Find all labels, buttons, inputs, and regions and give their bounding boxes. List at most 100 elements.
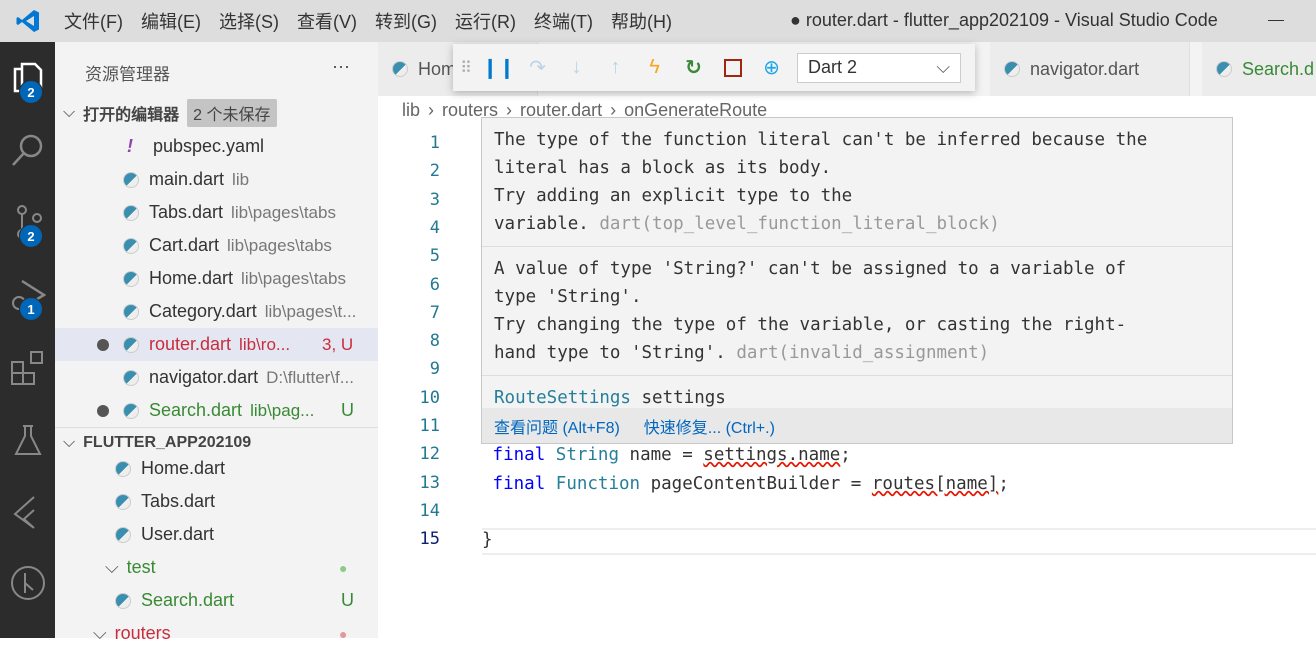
yaml-icon: ! — [127, 136, 133, 156]
window-title: ● router.dart - flutter_app202109 - Visu… — [790, 10, 1218, 30]
open-editor-item-active[interactable]: router.dart lib\ro... 3, U — [55, 328, 378, 361]
code-line-15[interactable]: } — [482, 530, 493, 550]
menu-terminal[interactable]: 终端(T) — [525, 8, 602, 34]
open-editor-item[interactable]: navigator.dart D:\flutter\f... — [55, 361, 378, 394]
file-path: lib\pages\tabs — [241, 268, 346, 288]
open-editor-item[interactable]: main.dart lib — [55, 163, 378, 196]
file-name: User.dart — [141, 524, 215, 544]
file-name: Category.dart — [149, 301, 257, 321]
devtools-button[interactable]: ⊕ — [752, 48, 791, 88]
open-editor-item[interactable]: Cart.dart lib\pages\tabs — [55, 229, 378, 262]
file-name: Tabs.dart — [141, 491, 216, 511]
drag-handle-icon[interactable]: ⠿ — [453, 48, 479, 88]
debug-target-select[interactable]: Dart 2 ⌵ — [797, 52, 961, 83]
more-actions-button[interactable]: ··· — [332, 56, 350, 77]
scm-badge: 2 — [19, 224, 43, 248]
explorer-badge: 2 — [19, 80, 43, 104]
project-folder-label: FLUTTER_APP202109 — [83, 433, 252, 451]
quick-fix-link[interactable]: 快速修复... (Ctrl+.) — [644, 414, 775, 438]
menu-selection[interactable]: 选择(S) — [210, 8, 288, 34]
run-debug-button[interactable]: 1 — [0, 267, 55, 322]
open-editors-header[interactable]: ⌵ 打开的编辑器 2 个未保存 — [55, 96, 378, 129]
tree-item[interactable]: User.dart — [55, 518, 378, 551]
diagnostic-code[interactable]: dart(top_level_function_literal_block) — [599, 214, 999, 234]
explorer-button[interactable]: 2 — [0, 50, 55, 105]
menu-edit[interactable]: 编辑(E) — [132, 8, 210, 34]
message-text: hand type to 'String'. — [494, 343, 726, 363]
search-button[interactable] — [0, 122, 55, 177]
code-line-12[interactable]: final String name = settings.name; — [482, 445, 851, 465]
diagnostic-message-1: The type of the function literal can't b… — [482, 118, 1232, 247]
view-problem-link[interactable]: 查看问题 (Alt+F8) — [494, 414, 620, 438]
menu-view[interactable]: 查看(V) — [288, 8, 366, 34]
open-editor-item[interactable]: Search.dart lib\pag... U — [55, 394, 378, 427]
tree-item[interactable]: Tabs.dart — [55, 485, 378, 518]
file-path: lib\ro... — [239, 334, 291, 354]
testing-button[interactable] — [0, 412, 55, 467]
code-text: ; — [998, 474, 1009, 494]
step-into-button[interactable]: ↓ — [557, 48, 596, 88]
tree-folder-routers[interactable]: ⌵ routers ● — [55, 617, 378, 650]
open-editor-item[interactable]: ! pubspec.yaml — [55, 130, 378, 163]
menu-run[interactable]: 运行(R) — [446, 8, 525, 34]
menu-go[interactable]: 转到(G) — [366, 8, 446, 34]
message-text: The type of the function literal can't b… — [494, 130, 1148, 150]
unsaved-dot-icon — [97, 338, 109, 351]
keyword: final — [492, 474, 546, 494]
message-text: type 'String'. — [494, 287, 642, 307]
menu-help[interactable]: 帮助(H) — [602, 8, 681, 34]
diagnostic-message-2: A value of type 'String?' can't be assig… — [482, 247, 1232, 376]
open-editor-item[interactable]: Tabs.dart lib\pages\tabs — [55, 196, 378, 229]
sidebar-title: 资源管理器 — [85, 65, 170, 84]
current-line-highlight — [482, 528, 1316, 555]
line-number: 11 — [419, 416, 440, 436]
line-number: 7 — [429, 302, 440, 323]
flask-icon — [13, 424, 42, 455]
status-dot: ● — [339, 625, 348, 642]
open-editor-item[interactable]: Category.dart lib\pages\t... — [55, 295, 378, 328]
message-text: literal has a block as its body. — [494, 158, 832, 178]
code-line-13[interactable]: final Function pageContentBuilder = rout… — [482, 474, 1009, 494]
code-text: ; — [840, 445, 851, 465]
code-text: name = — [619, 445, 704, 465]
file-name: Home.dart — [149, 268, 234, 288]
tab-navigator[interactable]: navigator.dart — [990, 42, 1190, 96]
stop-button[interactable] — [713, 48, 752, 88]
tree-item[interactable]: Home.dart — [55, 452, 378, 485]
git-status: U — [341, 590, 354, 610]
source-control-button[interactable]: 2 — [0, 194, 55, 249]
diagnostic-code[interactable]: dart(invalid_assignment) — [736, 343, 989, 363]
tree-item[interactable]: Search.dart U — [55, 584, 378, 617]
step-over-button[interactable]: ↷ — [518, 48, 557, 88]
tab-search[interactable]: Search.d — [1202, 42, 1316, 96]
code-text: pageContentBuilder = — [640, 474, 872, 494]
file-name: Search.dart — [149, 400, 243, 420]
type: String — [555, 445, 619, 465]
git-graph-button[interactable] — [0, 555, 55, 610]
hot-reload-button[interactable]: ϟ — [635, 48, 674, 88]
extensions-button[interactable] — [0, 340, 55, 395]
pause-button[interactable]: ❙❙ — [479, 48, 518, 88]
dart-file-icon — [123, 369, 139, 386]
file-name: router.dart — [149, 334, 232, 354]
file-name: Home.dart — [141, 458, 226, 478]
message-text: A value of type 'String?' can't be assig… — [494, 259, 1127, 279]
line-number: 1 — [429, 133, 440, 153]
file-path: D:\flutter\f... — [266, 367, 354, 387]
open-editor-item[interactable]: Home.dart lib\pages\tabs — [55, 262, 378, 295]
step-out-button[interactable]: ↑ — [596, 48, 635, 88]
dart-file-icon — [115, 526, 131, 543]
explorer-sidebar: 资源管理器 ··· ⌵ 打开的编辑器 2 个未保存 ! pubspec.yaml… — [55, 42, 378, 643]
restart-button[interactable]: ↻ — [674, 48, 713, 88]
flutter-button[interactable] — [0, 484, 55, 539]
git-status: U — [341, 400, 354, 420]
minimize-button[interactable] — [1268, 20, 1284, 21]
breadcrumb-lib[interactable]: lib — [402, 100, 420, 121]
error-squiggle: routes[name] — [871, 474, 999, 494]
menu-file[interactable]: 文件(F) — [55, 8, 132, 34]
line-number: 12 — [419, 444, 440, 465]
dart-file-icon — [123, 270, 139, 287]
message-text: Try changing the type of the variable, o… — [494, 315, 1127, 335]
debug-toolbar: ⠿ ❙❙ ↷ ↓ ↑ ϟ ↻ ⊕ Dart 2 ⌵ — [453, 44, 975, 91]
tree-folder-test[interactable]: ⌵ test ● — [55, 551, 378, 584]
